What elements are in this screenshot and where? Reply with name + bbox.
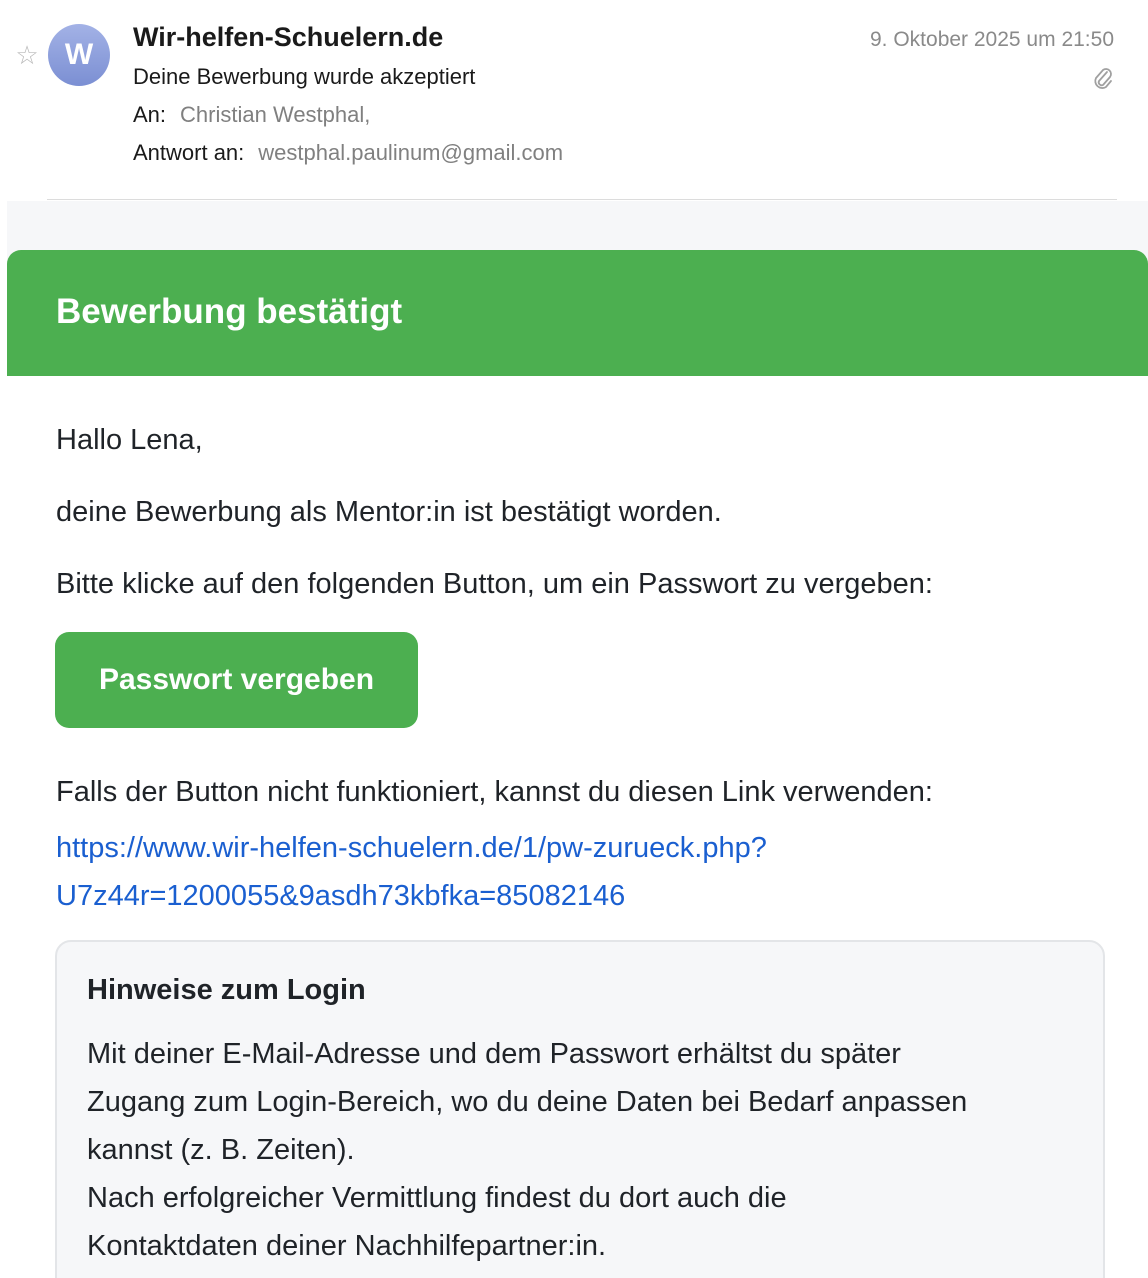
login-info-box: Hinweise zum Login Mit deiner E-Mail-Adr…: [55, 940, 1105, 1278]
instruction-text: Bitte klicke auf den folgenden Button, u…: [56, 568, 933, 600]
info-box-title: Hinweise zum Login: [87, 974, 366, 1006]
set-password-button[interactable]: Passwort vergeben: [55, 632, 418, 728]
fallback-text: Falls der Button nicht funktioniert, kan…: [56, 776, 933, 808]
confirmation-banner: Bewerbung bestätigt: [7, 250, 1148, 376]
banner-title: Bewerbung bestätigt: [56, 292, 403, 331]
reply-to-address[interactable]: westphal.paulinum@gmail.com: [258, 140, 563, 165]
password-reset-link[interactable]: https://www.wir-helfen-schuelern.de/1/pw…: [56, 824, 767, 920]
info-box-text: Mit deiner E-Mail-Adresse und dem Passwo…: [87, 1030, 967, 1270]
to-label: An:: [133, 102, 167, 127]
sender-name[interactable]: Wir-helfen-Schuelern.de: [133, 22, 443, 53]
message-date: 9. Oktober 2025 um 21:50: [870, 28, 1114, 51]
info-line: Nach erfolgreicher Vermittlung findest d…: [87, 1182, 787, 1214]
info-line: kannst (z. B. Zeiten).: [87, 1134, 355, 1166]
message-subject: Deine Bewerbung wurde akzeptiert: [133, 64, 476, 89]
mail-header: ☆ W Wir-helfen-Schuelern.de 9. Oktober 2…: [0, 0, 1148, 200]
reply-to-row: Antwort an: westphal.paulinum@gmail.com: [133, 140, 563, 166]
email-card: Bewerbung bestätigt Hallo Lena, deine Be…: [7, 250, 1148, 1278]
greeting-text: Hallo Lena,: [56, 424, 203, 456]
info-line: Mit deiner E-Mail-Adresse und dem Passwo…: [87, 1038, 901, 1070]
recipient-name[interactable]: Christian Westphal,: [180, 102, 370, 127]
star-icon[interactable]: ☆: [14, 42, 40, 68]
confirmation-text: deine Bewerbung als Mentor:in ist bestät…: [56, 496, 722, 528]
reply-to-label: Antwort an:: [133, 140, 245, 165]
recipient-row: An: Christian Westphal,: [133, 102, 370, 128]
avatar: W: [48, 24, 110, 86]
link-line-1[interactable]: https://www.wir-helfen-schuelern.de/1/pw…: [56, 824, 767, 872]
header-divider: [47, 199, 1117, 200]
paperclip-icon[interactable]: [1092, 64, 1114, 92]
info-line: Zugang zum Login-Bereich, wo du deine Da…: [87, 1086, 968, 1118]
link-line-2[interactable]: U7z44r=1200055&9asdh73kbfka=85082146: [56, 872, 767, 920]
info-line: Kontaktdaten deiner Nachhilfepartner:in.: [87, 1230, 607, 1262]
